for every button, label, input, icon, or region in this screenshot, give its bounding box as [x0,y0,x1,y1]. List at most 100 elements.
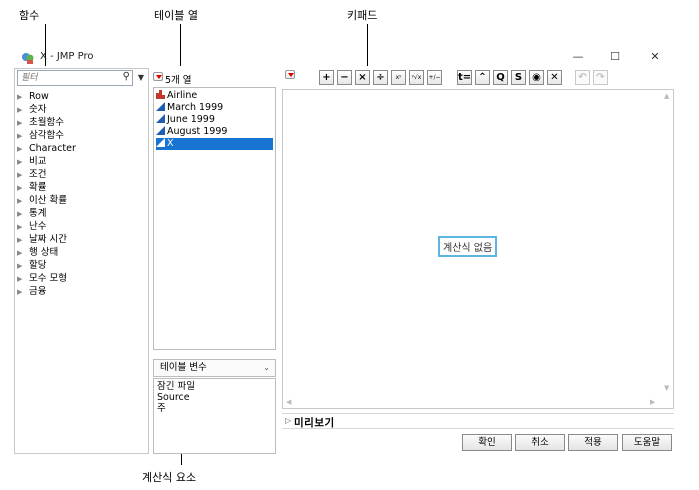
cancel-button[interactable]: 취소 [515,434,565,451]
function-category[interactable]: ▶ Row [17,90,76,103]
negate-button[interactable]: +∕− [427,70,442,85]
callout-formula-elements: 계산식 요소 [142,471,197,484]
empty-formula-placeholder[interactable]: 계산식 없음 [438,236,498,257]
function-category-label: 삼각함수 [29,130,64,141]
function-category-label: 조건 [29,169,47,180]
clear-button[interactable]: ✕ [547,70,562,85]
editor-menu-red-triangle-icon[interactable] [285,70,295,79]
column-name: Airline [167,90,198,101]
column-name: August 1999 [167,126,228,137]
function-category-label: 행 상태 [29,247,59,258]
table-variable-item[interactable]: Source [157,392,272,403]
nominal-column-icon [156,90,165,99]
columns-menu-red-triangle-icon[interactable] [153,72,163,81]
function-category-label: 모수 모형 [29,273,67,284]
function-category[interactable]: ▶ 할당 [17,259,76,272]
table-variables-list: 잠긴 파일 Source 주 [153,378,276,454]
column-name: March 1999 [167,102,224,113]
continuous-column-icon [156,102,165,111]
callout-functions: 함수 [19,9,40,22]
function-category-label: 할당 [29,260,47,271]
function-filter[interactable]: ⚲ [17,70,133,86]
function-category-label: 난수 [29,221,47,232]
function-filter-input[interactable] [18,71,110,85]
table-variables-select[interactable]: 테이블 변수 ⌄ [153,359,276,377]
subtract-button[interactable]: − [337,70,352,85]
function-category[interactable]: ▶ 초월함수 [17,116,76,129]
formula-editor-window: 함수 테이블 열 키패드 계산식 요소 X - JMP Pro — ☐ ✕ ⚲ … [0,0,699,490]
column-item[interactable]: X [156,138,273,150]
callout-keypad: 키패드 [347,9,378,22]
function-category[interactable]: ▶ 통계 [17,207,76,220]
callout-line-keypad [367,24,368,66]
table-variables-select-value: 테이블 변수 [160,362,207,373]
table-columns-list: Airline March 1999 June 1999 August 1999 X [153,87,276,350]
continuous-column-icon [156,138,165,147]
scroll-up-icon[interactable]: ▲ [664,92,669,100]
function-category[interactable]: ▶ 숫자 [17,103,76,116]
function-category[interactable]: ▶ 확률 [17,181,76,194]
add-button[interactable]: + [319,70,334,85]
help-button[interactable]: 도움말 [622,434,672,451]
swap-button[interactable]: S [511,70,526,85]
function-category-label: 이산 확률 [29,195,67,206]
minimize-button[interactable]: — [568,48,588,66]
peel-button[interactable]: ◉ [529,70,544,85]
multiply-button[interactable]: × [355,70,370,85]
preview-label: 미리보기 [294,417,335,429]
function-category[interactable]: ▶ 행 상태 [17,246,76,259]
scroll-down-icon[interactable]: ▼ [664,384,669,392]
function-category[interactable]: ▶ 날짜 시간 [17,233,76,246]
scroll-left-icon[interactable]: ◀ [286,398,291,406]
maximize-button[interactable]: ☐ [605,48,625,66]
callout-line-columns [180,24,181,66]
power-button[interactable]: xʸ [391,70,406,85]
function-category[interactable]: ▶ 삼각함수 [17,129,76,142]
chevron-down-icon: ⌄ [263,363,270,372]
column-count: 5개 열 [165,75,192,86]
scroll-right-icon[interactable]: ▶ [650,398,655,406]
assign-button[interactable]: t= [457,70,472,85]
undo-button[interactable]: ↶ [575,70,590,85]
chevron-down-icon[interactable]: ▼ [135,70,147,86]
column-name: June 1999 [167,114,215,125]
callout-table-columns: 테이블 열 [154,9,198,22]
apply-button[interactable]: 적용 [568,434,618,451]
caret-button[interactable]: ⌃ [475,70,490,85]
root-button[interactable]: ʸ√x [409,70,424,85]
function-category-label: 금융 [29,286,47,297]
function-category[interactable]: ▶ 금융 [17,285,76,298]
function-category-label: 비교 [29,156,47,167]
close-button[interactable]: ✕ [645,48,665,66]
window-title: X - JMP Pro [40,51,94,62]
function-category[interactable]: ▶ 비교 [17,155,76,168]
expand-triangle-icon[interactable]: ▶ [17,286,29,299]
search-icon[interactable]: ⚲ [123,71,130,82]
function-category-label: Row [29,91,49,102]
function-category-label: 날짜 시간 [29,234,67,245]
column-item[interactable]: Airline [156,90,197,102]
column-item[interactable]: March 1999 [156,102,223,114]
function-category[interactable]: ▶ 난수 [17,220,76,233]
column-item[interactable]: August 1999 [156,126,227,138]
function-category-label: 확률 [29,182,47,193]
local-button[interactable]: Q [493,70,508,85]
function-category-label: Character [29,143,76,154]
function-category-label: 초월함수 [29,117,64,128]
function-category[interactable]: ▶ 조건 [17,168,76,181]
column-name: X [167,138,174,149]
function-category[interactable]: ▶ Character [17,142,76,155]
divide-button[interactable]: ÷ [373,70,388,85]
column-item[interactable]: June 1999 [156,114,215,126]
ok-button[interactable]: 확인 [462,434,512,451]
disclosure-triangle-icon[interactable]: ▷ [285,416,291,425]
jmp-app-icon [22,53,34,64]
function-category[interactable]: ▶ 이산 확률 [17,194,76,207]
preview-section[interactable]: ▷ 미리보기 [282,413,674,429]
table-variable-item[interactable]: 잠긴 파일 [157,381,272,392]
continuous-column-icon [156,114,165,123]
redo-button[interactable]: ↷ [593,70,608,85]
table-variable-item[interactable]: 주 [157,403,272,414]
function-category[interactable]: ▶ 모수 모형 [17,272,76,285]
function-category-label: 통계 [29,208,47,219]
